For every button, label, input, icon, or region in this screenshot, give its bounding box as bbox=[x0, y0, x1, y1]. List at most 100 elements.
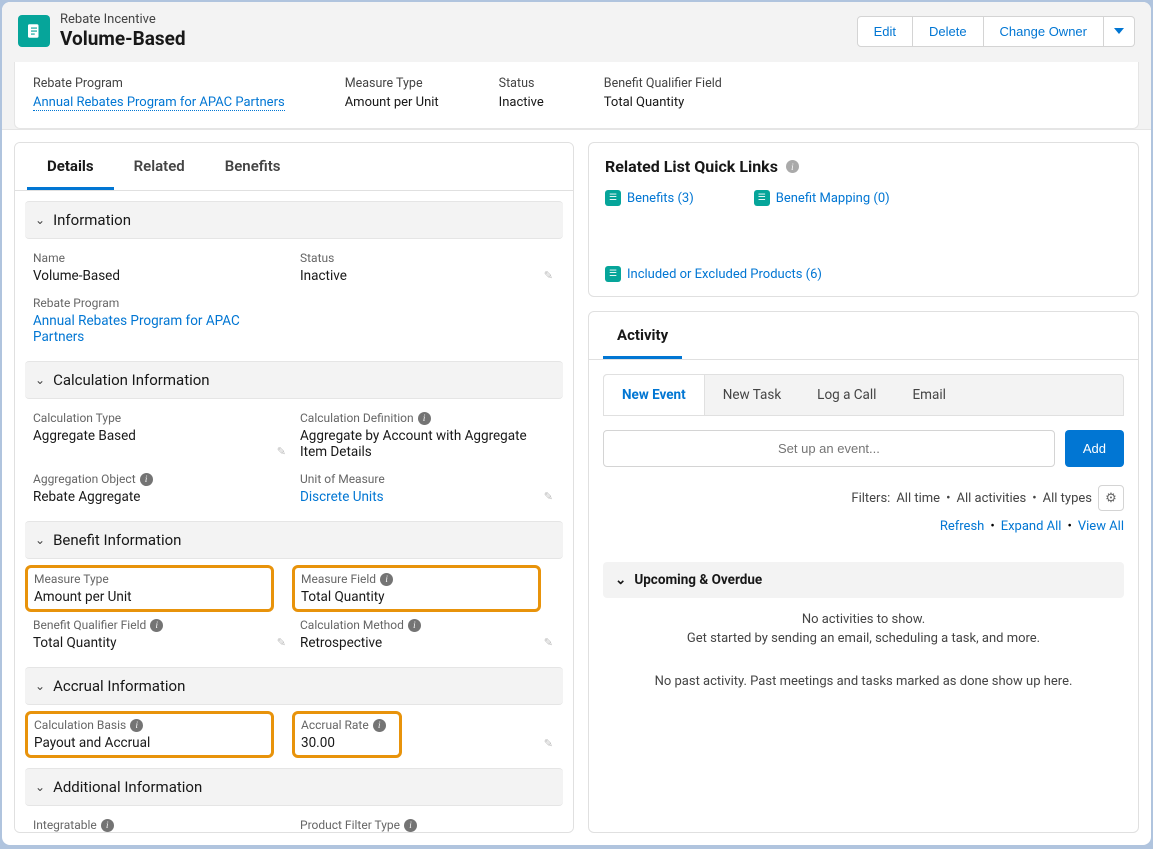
label-calc-method: Calculation Method i bbox=[300, 618, 533, 632]
info-icon[interactable]: i bbox=[373, 719, 386, 732]
tab-details[interactable]: Details bbox=[27, 143, 114, 190]
edit-button[interactable]: Edit bbox=[857, 16, 913, 47]
ql-mapping[interactable]: Benefit Mapping (0) bbox=[776, 191, 890, 206]
hl-label-status: Status bbox=[499, 76, 544, 91]
list-icon: ☰ bbox=[754, 190, 770, 206]
tab-log-call[interactable]: Log a Call bbox=[799, 375, 894, 415]
delete-button[interactable]: Delete bbox=[913, 16, 984, 47]
details-panel: Details Related Benefits ⌄Information Na… bbox=[14, 142, 574, 833]
refresh-link[interactable]: Refresh bbox=[940, 519, 984, 534]
value-accrual-rate: 30.00 bbox=[301, 735, 393, 751]
chevron-down-icon: ⌄ bbox=[615, 572, 626, 588]
label-uom: Unit of Measure bbox=[300, 472, 533, 486]
gear-icon: ⚙ bbox=[1105, 491, 1117, 506]
info-icon[interactable]: i bbox=[101, 819, 114, 832]
add-button[interactable]: Add bbox=[1065, 430, 1124, 467]
edit-pencil-icon[interactable]: ✎ bbox=[544, 269, 553, 282]
ql-products[interactable]: Included or Excluded Products (6) bbox=[627, 267, 822, 282]
value-calc-type: Aggregate Based bbox=[33, 428, 266, 444]
chevron-down-icon: ⌄ bbox=[35, 780, 45, 794]
label-status: Status bbox=[300, 251, 533, 265]
view-all-link[interactable]: View All bbox=[1078, 519, 1124, 534]
expand-all-link[interactable]: Expand All bbox=[1001, 519, 1062, 534]
info-icon[interactable]: i bbox=[130, 719, 143, 732]
quicklinks-title: Related List Quick Links bbox=[605, 157, 778, 176]
info-icon[interactable]: i bbox=[404, 819, 417, 832]
info-icon[interactable]: i bbox=[150, 619, 163, 632]
label-calc-type: Calculation Type bbox=[33, 411, 266, 425]
link-uom[interactable]: Discrete Units bbox=[300, 489, 384, 505]
filter-types: All types bbox=[1043, 491, 1092, 506]
info-icon[interactable]: i bbox=[418, 412, 431, 425]
tab-new-task[interactable]: New Task bbox=[705, 375, 799, 415]
info-icon[interactable]: i bbox=[786, 160, 799, 173]
ql-benefits[interactable]: Benefits (3) bbox=[627, 191, 694, 206]
quicklinks-card: Related List Quick Links i ☰ Benefits (3)… bbox=[588, 142, 1139, 297]
section-benefit-info[interactable]: ⌄Benefit Information bbox=[25, 521, 563, 559]
timeline-settings-button[interactable]: ⚙ bbox=[1098, 485, 1124, 511]
upcoming-section[interactable]: ⌄Upcoming & Overdue bbox=[603, 562, 1124, 598]
hl-label-measure-type: Measure Type bbox=[345, 76, 439, 91]
label-measure-type: Measure Type bbox=[34, 572, 265, 586]
value-calc-method: Retrospective bbox=[300, 635, 533, 651]
label-measure-field: Measure Field i bbox=[301, 572, 532, 586]
record-type-icon bbox=[18, 15, 50, 47]
link-rebate-program[interactable]: Annual Rebates Program for APAC Partners bbox=[33, 313, 240, 345]
value-agg-obj: Rebate Aggregate bbox=[33, 489, 266, 505]
value-calc-basis: Payout and Accrual bbox=[34, 735, 265, 751]
hl-label-bqf: Benefit Qualifier Field bbox=[604, 76, 722, 91]
hl-value-status: Inactive bbox=[499, 95, 544, 110]
label-agg-obj: Aggregation Object i bbox=[33, 472, 266, 486]
section-accrual-info[interactable]: ⌄Accrual Information bbox=[25, 667, 563, 705]
label-bqf: Benefit Qualifier Field i bbox=[33, 618, 266, 632]
highlights-panel: Rebate Program Annual Rebates Program fo… bbox=[14, 62, 1139, 129]
hl-label-rebate-program: Rebate Program bbox=[33, 76, 285, 91]
chevron-down-icon: ⌄ bbox=[35, 679, 45, 693]
object-label: Rebate Incentive bbox=[60, 12, 186, 27]
record-header: Rebate Incentive Volume-Based Edit Delet… bbox=[2, 2, 1151, 130]
edit-pencil-icon[interactable]: ✎ bbox=[277, 445, 286, 458]
filter-activities: All activities bbox=[956, 491, 1026, 506]
label-name: Name bbox=[33, 251, 266, 265]
hl-value-bqf: Total Quantity bbox=[604, 95, 722, 110]
tab-related[interactable]: Related bbox=[114, 143, 205, 190]
label-calc-def: Calculation Definition i bbox=[300, 411, 533, 425]
filter-time: All time bbox=[896, 491, 940, 506]
hl-link-rebate-program[interactable]: Annual Rebates Program for APAC Partners bbox=[33, 95, 285, 111]
tab-new-event[interactable]: New Event bbox=[604, 375, 705, 415]
value-name: Volume-Based bbox=[33, 268, 266, 284]
label-rebate-program: Rebate Program bbox=[33, 296, 266, 310]
info-icon[interactable]: i bbox=[380, 573, 393, 586]
edit-pencil-icon[interactable]: ✎ bbox=[544, 490, 553, 503]
record-name: Volume-Based bbox=[60, 27, 186, 50]
label-integratable: Integratable i bbox=[33, 818, 266, 832]
empty-activities-sub: Get started by sending an email, schedul… bbox=[589, 631, 1138, 646]
section-calc-info[interactable]: ⌄Calculation Information bbox=[25, 361, 563, 399]
label-accrual-rate: Accrual Rate i bbox=[301, 718, 393, 732]
tab-email[interactable]: Email bbox=[894, 375, 963, 415]
hl-value-measure-type: Amount per Unit bbox=[345, 95, 439, 110]
more-actions-button[interactable] bbox=[1104, 16, 1135, 47]
filters-label: Filters: bbox=[851, 491, 890, 506]
list-icon: ☰ bbox=[605, 266, 621, 282]
info-icon[interactable]: i bbox=[140, 473, 153, 486]
info-icon[interactable]: i bbox=[408, 619, 421, 632]
list-icon: ☰ bbox=[605, 190, 621, 206]
edit-pencil-icon[interactable]: ✎ bbox=[544, 636, 553, 649]
label-product-filter: Product Filter Type i bbox=[300, 818, 533, 832]
section-additional[interactable]: ⌄Additional Information bbox=[25, 768, 563, 806]
section-information[interactable]: ⌄Information bbox=[25, 201, 563, 239]
tab-activity[interactable]: Activity bbox=[603, 312, 682, 359]
value-status: Inactive bbox=[300, 268, 533, 284]
past-activities-msg: No past activity. Past meetings and task… bbox=[589, 674, 1138, 689]
value-measure-type: Amount per Unit bbox=[34, 589, 265, 605]
event-input[interactable] bbox=[603, 430, 1055, 467]
value-measure-field: Total Quantity bbox=[301, 589, 532, 605]
edit-pencil-icon[interactable]: ✎ bbox=[277, 636, 286, 649]
value-calc-def: Aggregate by Account with Aggregate Item… bbox=[300, 428, 533, 460]
chevron-down-icon: ⌄ bbox=[35, 213, 45, 227]
edit-pencil-icon[interactable]: ✎ bbox=[544, 737, 553, 750]
value-bqf: Total Quantity bbox=[33, 635, 266, 651]
change-owner-button[interactable]: Change Owner bbox=[984, 16, 1104, 47]
tab-benefits[interactable]: Benefits bbox=[205, 143, 301, 190]
